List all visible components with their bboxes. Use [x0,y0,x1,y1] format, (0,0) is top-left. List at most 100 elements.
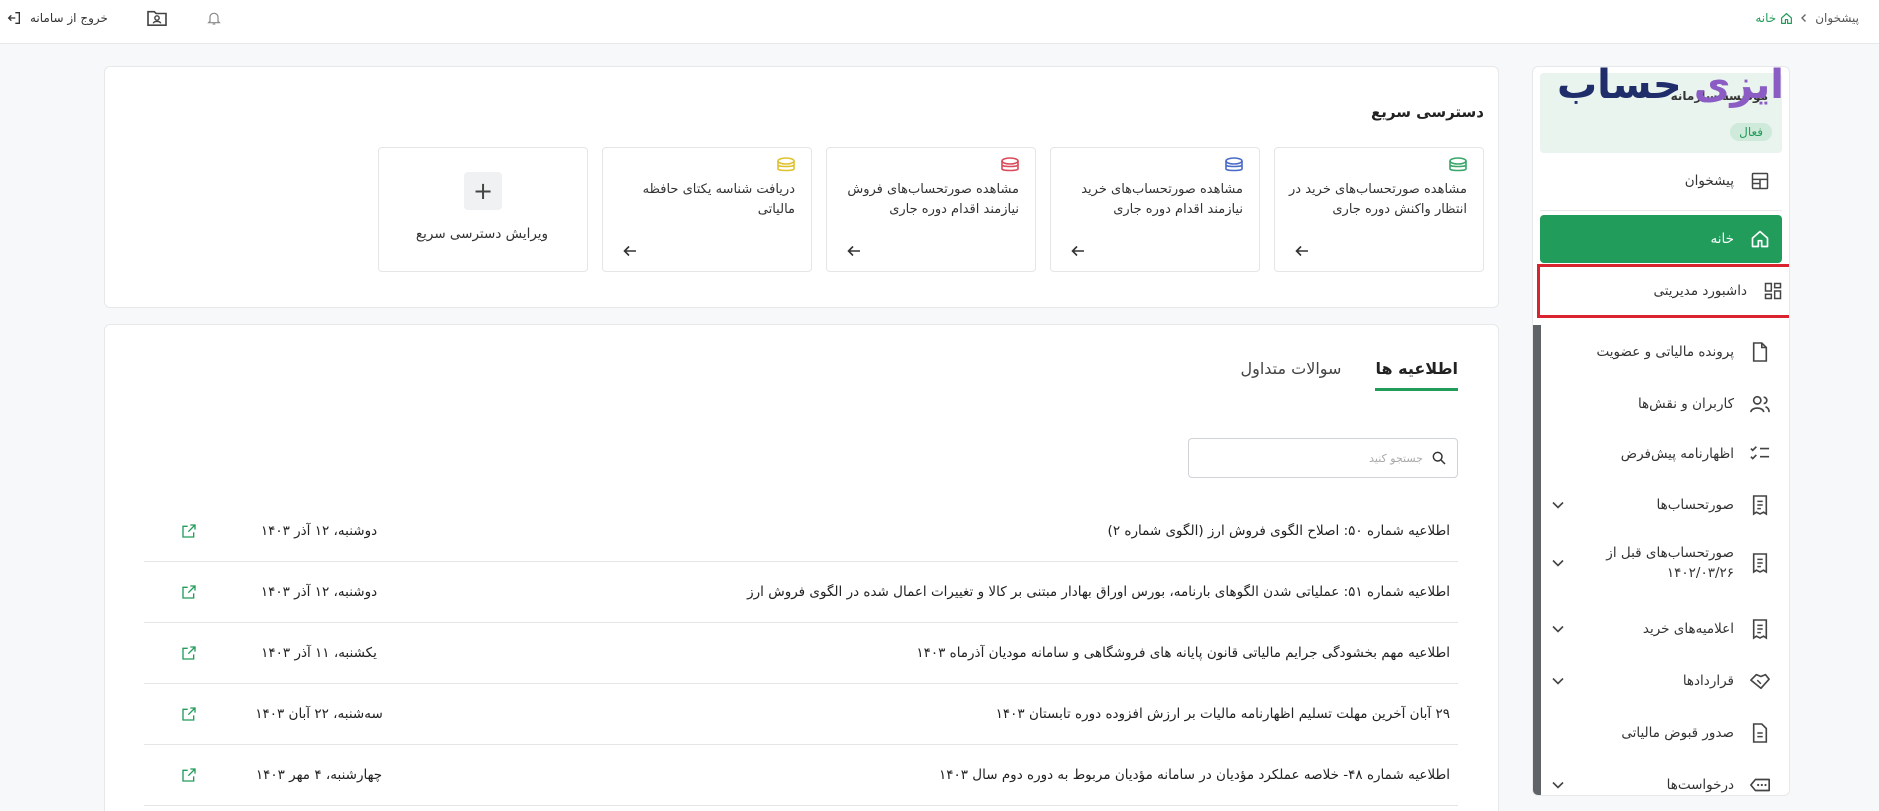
sidebar-item-label: خانه [1710,231,1734,247]
sidebar-item-tax-bills[interactable]: صدور قبوض مالیاتی [1540,709,1782,757]
list-item[interactable]: اطلاعیه شماره ۵۱: عملیاتی شدن الگوهای با… [144,562,1458,623]
home-icon [1748,227,1772,251]
search-input[interactable] [1189,439,1423,477]
announcements-panel: اطلاعیه ها سوالات متداول اطلاعیه شماره ۵… [104,324,1499,811]
invoice-icon [1748,617,1772,641]
sidebar-item-label: صورتحساب‌های قبل از ۱۴۰۲/۰۳/۲۶ [1606,545,1734,581]
home-icon [1781,12,1793,24]
file-icon [1748,340,1772,364]
chevron-down-icon[interactable] [1546,558,1570,568]
sidebar-item-invoices[interactable]: صورتحساب‌ها [1540,481,1782,529]
arrow-left-icon [847,245,861,257]
grid-icon [1761,279,1785,303]
sidebar: موسسه سازمانه فعال پیشخوان خانه داشبورد … [1532,66,1790,796]
external-link-icon[interactable] [144,767,234,783]
breadcrumb-root[interactable]: پیشخوان [1815,11,1859,25]
quick-access-title: دسترسی سریع [1370,103,1484,121]
quick-tile-edit[interactable]: + ویرایش دسترسی سریع [378,147,588,272]
announcement-title[interactable]: اطلاعیه شماره ۵۰: اصلاح الگوی فروش ارز (… [404,523,1458,539]
top-bar: پیشخوان خانه خروج از سامانه [0,0,1879,44]
sidebar-item-management-dashboard[interactable]: داشبورد مدیریتی [1537,264,1789,318]
tabs: اطلاعیه ها سوالات متداول [1240,359,1458,391]
plus-icon[interactable]: + [464,172,502,210]
search-icon[interactable] [1431,450,1447,466]
list-item[interactable]: اطلاعیه شماره ۴۸- خلاصه عملکرد مؤدیان در… [144,745,1458,806]
sidebar-item-home[interactable]: خانه [1540,215,1782,263]
bell-icon[interactable] [206,9,222,27]
document-icon [1748,721,1772,745]
edit-quick-access-label: ویرایش دسترسی سریع [415,226,549,242]
breadcrumb: پیشخوان خانه [1755,9,1859,27]
tab-announcements[interactable]: اطلاعیه ها [1375,359,1458,391]
announcement-date: دوشنبه، ۱۲ آذر ۱۴۰۳ [260,523,378,539]
announcement-title[interactable]: اطلاعیه شماره ۵۱: عملیاتی شدن الگوهای با… [404,584,1458,600]
list-item[interactable]: اطلاعیه شماره ۵۰: اصلاح الگوی فروش ارز (… [144,501,1458,562]
announcement-title[interactable]: اطلاعیه مهم بخشودگی جرایم مالیاتی قانون … [404,645,1458,661]
announcement-date: چهارشنبه، ۴ مهر ۱۴۰۳ [255,767,383,783]
sidebar-item-label: پیشخوان [1684,173,1734,189]
topbar-actions: خروج از سامانه [6,7,222,29]
quick-tile-purchase-action[interactable]: مشاهده صورتحساب‌های خرید نیازمند اقدام د… [1050,147,1260,272]
announcement-title[interactable]: ۲۹ آبان آخرین مهلت تسلیم اظهارنامه مالیا… [404,706,1458,722]
sidebar-item-purchase-notices[interactable]: اعلامیه‌های خرید [1540,605,1782,653]
sidebar-item-label: درخواست‌ها [1666,777,1734,793]
announcement-title[interactable]: اطلاعیه شماره ۴۸- خلاصه عملکرد مؤدیان در… [404,767,1458,783]
chevron-down-icon[interactable] [1546,624,1570,634]
ellipsis-icon [1748,773,1772,795]
chevron-left-icon [1799,13,1809,23]
sidebar-item-requests[interactable]: درخواست‌ها [1540,761,1782,795]
coins-icon [775,156,797,174]
sidebar-item-users[interactable]: کاربران و نقش‌ها [1540,380,1782,428]
sidebar-item-label: صورتحساب‌ها [1656,497,1734,513]
announcements-list: اطلاعیه شماره ۵۰: اصلاح الگوی فروش ارز (… [144,501,1458,806]
quick-tile-text: دریافت شناسه یکتای حافظه مالیاتی [642,182,795,217]
arrow-left-icon [1071,245,1085,257]
announcement-date: یکشنبه، ۱۱ آذر ۱۴۰۳ [261,645,377,661]
sidebar-item-label: کاربران و نقش‌ها [1637,396,1734,412]
coins-icon [1223,156,1245,174]
divider [1540,210,1782,211]
invoice-icon [1748,551,1772,575]
sidebar-item-label: صدور قبوض مالیاتی [1621,725,1734,741]
dashboard-panel-icon [1748,169,1772,193]
sidebar-item-label: قراردادها [1682,673,1734,689]
sidebar-item-label: اظهارنامه پیش‌فرض [1620,446,1734,462]
users-icon [1748,392,1772,416]
search-box [1188,438,1458,478]
quick-tile-sales-action[interactable]: مشاهده صورتحساب‌های فروش نیازمند اقدام د… [826,147,1036,272]
chevron-down-icon[interactable] [1546,780,1570,790]
external-link-icon[interactable] [144,645,234,661]
sidebar-item-dashboard[interactable]: پیشخوان [1540,157,1782,205]
user-folder-icon[interactable] [146,9,168,27]
sidebar-item-default-declaration[interactable]: اظهارنامه پیش‌فرض [1540,430,1782,478]
sidebar-item-tax-file[interactable]: پرونده مالیاتی و عضویت [1540,328,1782,376]
sidebar-item-old-invoices[interactable]: صورتحساب‌های قبل از ۱۴۰۲/۰۳/۲۶ [1540,533,1782,593]
tab-faq[interactable]: سوالات متداول [1240,359,1341,391]
quick-tile-text: مشاهده صورتحساب‌های فروش نیازمند اقدام د… [847,182,1019,217]
logout-button[interactable]: خروج از سامانه [6,10,108,26]
logout-label: خروج از سامانه [30,11,108,25]
list-item[interactable]: ۲۹ آبان آخرین مهلت تسلیم اظهارنامه مالیا… [144,684,1458,745]
status-badge: فعال [1730,123,1772,141]
announcement-date: دوشنبه، ۱۲ آذر ۱۴۰۳ [260,584,378,600]
sidebar-item-label: اعلامیه‌های خرید [1642,621,1734,637]
chevron-down-icon[interactable] [1546,676,1570,686]
quick-tile-memory-id[interactable]: دریافت شناسه یکتای حافظه مالیاتی [602,147,812,272]
sidebar-item-contracts[interactable]: قراردادها [1540,657,1782,705]
checklist-icon [1748,442,1772,466]
external-link-icon[interactable] [144,706,234,722]
quick-access-panel: دسترسی سریع مشاهده صورتحساب‌های خرید در … [104,66,1499,308]
breadcrumb-current[interactable]: خانه [1755,11,1793,25]
logout-icon [6,10,22,26]
quick-tile-purchase-awaiting[interactable]: مشاهده صورتحساب‌های خرید در انتظار واکنش… [1274,147,1484,272]
external-link-icon[interactable] [144,523,234,539]
arrow-left-icon [1295,245,1309,257]
handshake-icon [1748,669,1772,693]
quick-tile-text: مشاهده صورتحساب‌های خرید در انتظار واکنش… [1289,182,1467,217]
list-item[interactable]: اطلاعیه مهم بخشودگی جرایم مالیاتی قانون … [144,623,1458,684]
invoice-icon [1748,493,1772,517]
external-link-icon[interactable] [144,584,234,600]
announcement-date: سه‌شنبه، ۲۲ آبان ۱۴۰۳ [255,706,383,722]
chevron-down-icon[interactable] [1546,500,1570,510]
arrow-left-icon [623,245,637,257]
